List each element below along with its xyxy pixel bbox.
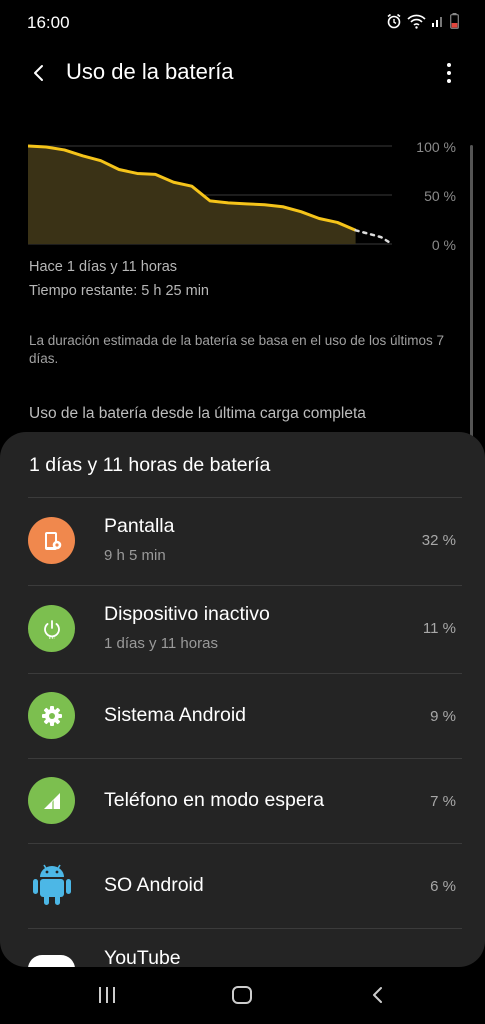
usage-item-name: Sistema Android — [104, 704, 246, 726]
battery-chart: 100 % 50 % 0 % — [28, 130, 468, 255]
status-bar: 16:00 — [0, 0, 485, 46]
usage-item-name: Pantalla — [104, 515, 175, 537]
home-button[interactable] — [220, 979, 264, 1011]
signal-bars-icon — [28, 777, 75, 824]
time-since-charge: Hace 1 días y 11 horas — [29, 259, 178, 275]
recents-icon — [99, 987, 115, 1003]
wifi-icon — [407, 14, 426, 34]
more-vert-dot — [447, 79, 451, 83]
y-tick-50: 50 % — [424, 188, 456, 204]
battery-icon — [450, 13, 459, 34]
youtube-icon — [28, 955, 75, 967]
signal-icon — [431, 14, 445, 33]
battery-projection-line — [354, 229, 392, 246]
card-title: 1 días y 11 horas de batería — [29, 454, 271, 476]
more-vert-dot — [447, 71, 451, 75]
usage-item-pantalla[interactable]: Pantalla 9 h 5 min 32 % — [0, 498, 485, 584]
section-heading: Uso de la batería desde la última carga … — [29, 405, 366, 422]
usage-item-sub: 9 h 5 min — [104, 547, 166, 564]
status-time: 16:00 — [27, 13, 70, 32]
usage-item-dispositivo-inactivo[interactable]: Dispositivo inactivo 1 días y 11 horas 1… — [0, 586, 485, 672]
screen-settings-icon — [28, 517, 75, 564]
navigation-bar — [0, 967, 485, 1024]
usage-item-pct: 7 % — [430, 793, 456, 810]
app-bar: Uso de la batería — [0, 46, 485, 102]
nav-back-button[interactable] — [356, 979, 400, 1011]
battery-chart-svg — [28, 144, 392, 246]
gear-icon — [28, 692, 75, 739]
usage-item-sistema-android[interactable]: Sistema Android 9 % — [0, 674, 485, 760]
estimate-note: La duración estimada de la batería se ba… — [29, 333, 445, 366]
alarm-icon — [386, 13, 402, 34]
status-icons — [386, 13, 459, 34]
back-arrow-icon — [34, 65, 43, 81]
usage-item-name: Dispositivo inactivo — [104, 603, 270, 625]
back-button[interactable] — [22, 56, 56, 90]
y-tick-0: 0 % — [431, 237, 456, 253]
recents-button[interactable] — [85, 979, 129, 1011]
android-robot-icon — [28, 860, 75, 907]
nav-back-icon — [373, 987, 382, 1003]
usage-item-name: YouTube — [104, 947, 181, 967]
usage-item-pct: 9 % — [430, 708, 456, 725]
y-tick-100: 100 % — [416, 139, 456, 155]
usage-item-sub: 1 días y 11 horas — [104, 635, 218, 652]
usage-card: 1 días y 11 horas de batería Pantalla 9 … — [0, 432, 485, 967]
home-icon — [232, 986, 252, 1004]
power-icon — [28, 605, 75, 652]
more-options-button[interactable] — [439, 56, 459, 90]
usage-item-telefono-espera[interactable]: Teléfono en modo espera 7 % — [0, 759, 485, 845]
usage-item-youtube[interactable]: YouTube — [0, 929, 485, 967]
usage-item-pct: 11 % — [422, 620, 456, 637]
page-title: Uso de la batería — [66, 59, 234, 84]
time-remaining: Tiempo restante: 5 h 25 min — [29, 283, 209, 299]
usage-item-so-android[interactable]: SO Android 6 % — [0, 844, 485, 930]
usage-item-name: Teléfono en modo espera — [104, 789, 325, 811]
usage-item-pct: 6 % — [430, 878, 456, 895]
usage-item-pct: 32 % — [421, 532, 456, 549]
more-vert-icon — [447, 63, 451, 67]
usage-item-name: SO Android — [104, 874, 204, 896]
